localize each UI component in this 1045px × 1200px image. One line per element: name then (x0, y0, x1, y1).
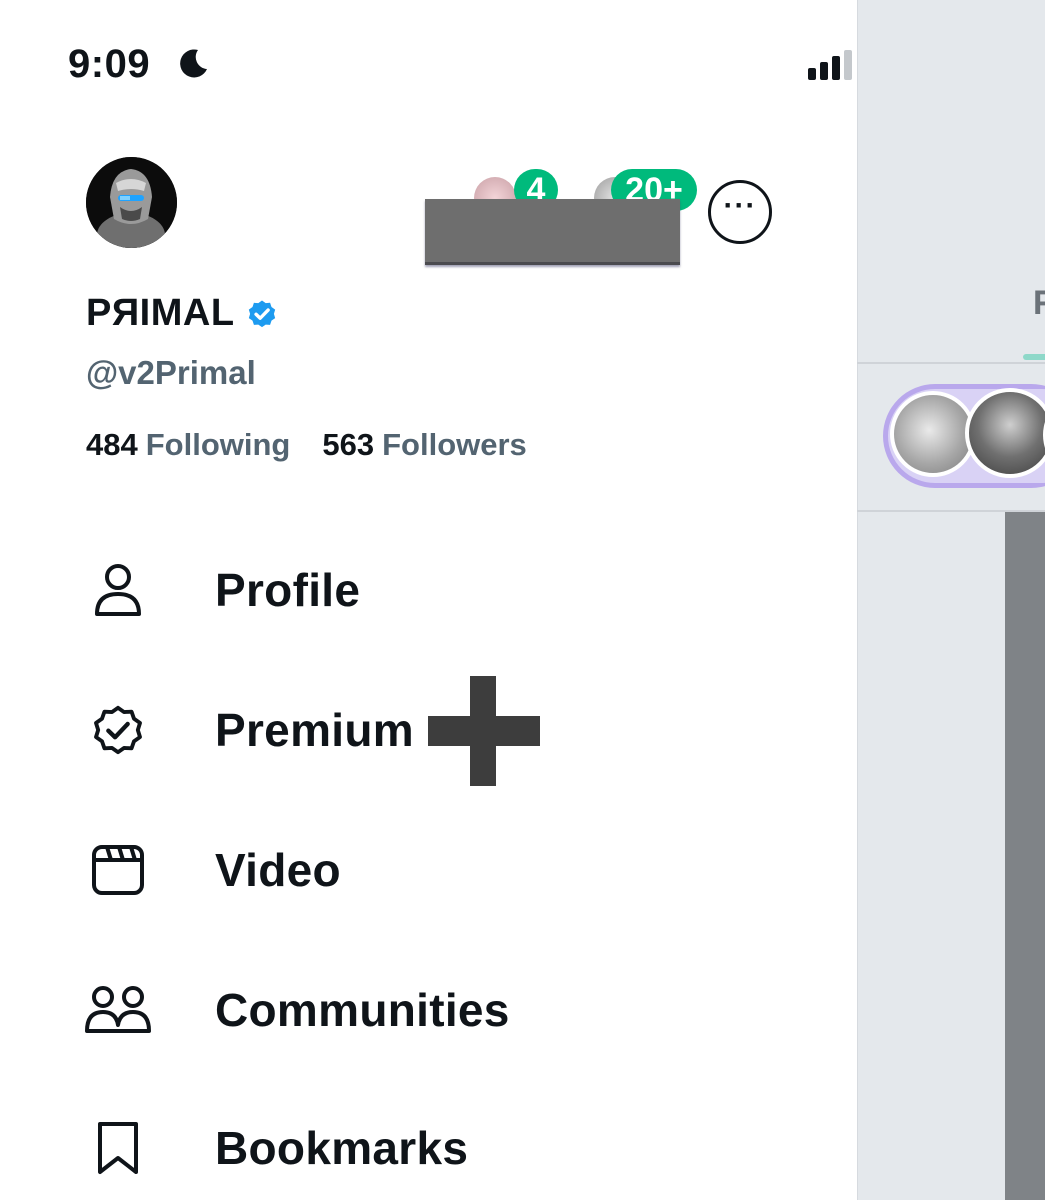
display-name: PЯIMAL (86, 292, 235, 334)
timeline-peek-panel[interactable]: F (857, 0, 1045, 1200)
menu-item-profile[interactable]: Profile (82, 550, 782, 630)
spaces-avatar[interactable] (965, 388, 1045, 478)
redaction-block (425, 199, 680, 265)
followers-label: Followers (382, 427, 527, 462)
timeline-media-placeholder (1005, 512, 1045, 1200)
timeline-tab-peek[interactable]: F (1033, 284, 1045, 323)
avatar[interactable] (86, 157, 177, 248)
menu-item-communities[interactable]: Communities (82, 970, 782, 1050)
followers-count: 563 (322, 427, 375, 462)
following-count: 484 (86, 427, 138, 462)
menu-item-label: Video (215, 844, 341, 896)
menu-item-label: Bookmarks (215, 1122, 469, 1174)
bookmark-icon (82, 1112, 154, 1184)
signal-strength-icon (808, 50, 852, 80)
communities-icon (82, 974, 154, 1046)
crosshair-cursor-icon (428, 676, 540, 786)
following-link[interactable]: 484 Following (86, 427, 290, 463)
user-handle: @v2Primal (86, 354, 256, 391)
menu-item-label: Premium (215, 704, 414, 756)
more-options-button[interactable]: ··· (708, 180, 772, 244)
menu-item-video[interactable]: Video (82, 830, 782, 910)
verified-badge-icon (82, 694, 154, 766)
moon-icon (180, 49, 207, 78)
following-label: Following (145, 427, 291, 462)
followers-link[interactable]: 563 Followers (322, 427, 526, 463)
avatar-image (86, 157, 177, 248)
person-icon (82, 554, 154, 626)
active-tab-indicator (1023, 354, 1045, 360)
menu-item-label: Profile (215, 564, 361, 616)
verified-badge-icon (248, 300, 275, 327)
video-icon (82, 834, 154, 906)
status-time: 9:09 (68, 42, 151, 86)
menu-item-bookmarks[interactable]: Bookmarks (82, 1108, 782, 1188)
display-name-row[interactable]: PЯIMAL (86, 292, 279, 335)
divider (857, 362, 1045, 364)
menu-item-label: Communities (215, 984, 510, 1036)
panel-divider (857, 0, 858, 1200)
spaces-avatar[interactable] (890, 391, 976, 477)
follow-stats: 484 Following 563 Followers (86, 427, 527, 463)
more-icon: ··· (723, 189, 757, 222)
